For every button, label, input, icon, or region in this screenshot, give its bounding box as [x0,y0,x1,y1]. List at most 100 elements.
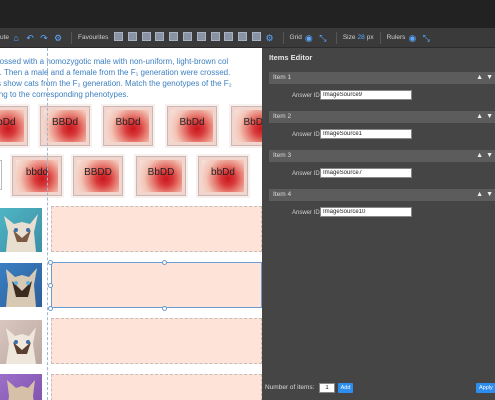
favourite-upload-icon[interactable] [224,32,234,41]
answer-id-label: Answer ID [292,210,320,216]
item-header-3[interactable]: Item 3 ▲ ▼ [269,150,495,162]
move-up-icon[interactable]: ▲ [476,111,483,123]
drop-zone[interactable] [51,206,262,252]
answer-id-input[interactable] [320,129,412,139]
settings-icon[interactable]: ⚙ [53,33,63,43]
drop-zone-selected[interactable] [51,262,262,308]
editor-canvas[interactable]: rossed with a homozygotic male with non-… [0,48,262,400]
siamese-cat-icon [6,268,37,307]
genotype-tile[interactable]: BbDd [0,106,28,146]
resize-handle[interactable] [162,260,167,265]
move-down-icon[interactable]: ▼ [486,111,493,123]
siamese-cat-icon [7,380,35,400]
home-icon[interactable]: ⌂ [11,33,21,43]
genotype-tile[interactable]: bbdd [12,156,62,196]
rulers-snap-icon[interactable]: ⤡ [421,33,431,43]
siamese-cat-icon [6,327,36,364]
prompt-line: ing to the corresponding phenotypes. [0,90,129,99]
tile-edge [0,160,2,190]
tile-label: bbdd [25,167,49,178]
number-of-items-input[interactable] [319,383,335,393]
rulers-label: Rulers [386,34,406,41]
move-up-icon[interactable]: ▲ [476,72,483,84]
answer-id-input[interactable] [320,207,412,217]
tile-label: BbDd [0,117,16,128]
toolbar: ute ⌂ ↶ ↷ ⚙ Favourites ⚙ Grid ◉ ⤡ Size 2… [0,28,495,48]
drop-zone[interactable] [51,374,262,400]
undo-icon[interactable]: ↶ [25,33,35,43]
guide-line [47,48,48,400]
number-of-items-label: Number of items: [265,384,315,391]
drop-zone[interactable] [51,318,262,364]
prompt-line: ). Then a male and a female from the F₁ … [0,68,231,77]
move-up-icon[interactable]: ▲ [476,189,483,201]
tile-label: bbDd [211,167,235,178]
answer-id-label: Answer ID [292,93,320,99]
item-header-4[interactable]: Item 4 ▲ ▼ [269,189,495,201]
cat-photo[interactable] [0,263,42,307]
move-down-icon[interactable]: ▼ [486,150,493,162]
prompt-line: rossed with a homozygotic male with non-… [0,57,229,66]
separator [282,31,284,44]
favourite-grid-icon[interactable] [196,32,206,41]
question-prompt[interactable]: rossed with a homozygotic male with non-… [0,56,262,100]
resize-handle[interactable] [48,283,53,288]
genotype-tile[interactable]: BbDd [231,106,262,146]
genotype-tile[interactable]: BbDD [136,156,186,196]
tile-label: BbDd [243,117,262,128]
size-value[interactable]: 28 [357,34,364,41]
cat-photo[interactable] [0,320,42,364]
add-button[interactable]: Add [338,383,353,393]
item-name: Item 2 [273,113,292,120]
answer-id-label: Answer ID [292,171,320,177]
size-label: Size [342,34,356,41]
redo-icon[interactable]: ↷ [39,33,49,43]
genotype-tile[interactable]: bbDd [198,156,248,196]
item-name: Item 4 [273,191,292,198]
apply-button[interactable]: Apply [476,383,495,393]
siamese-cat-icon [4,214,38,252]
resize-handle[interactable] [48,260,53,265]
items-editor-panel: Items Editor Item 1 ▲ ▼ Answer ID Item 2… [262,48,495,400]
genotype-tile[interactable]: BBDD [73,156,123,196]
item-name: Item 1 [273,74,292,81]
cat-photo[interactable] [0,374,42,400]
move-down-icon[interactable]: ▼ [486,189,493,201]
grid-toggle-icon[interactable]: ◉ [304,33,314,43]
favourite-text-icon[interactable] [113,32,123,41]
favourite-table-icon[interactable] [141,32,151,41]
toolbar-left-label: ute [0,34,10,41]
item-header-2[interactable]: Item 2 ▲ ▼ [269,111,495,123]
tile-label: BBDd [51,117,79,128]
genotype-tile[interactable]: BbDd [103,106,153,146]
answer-id-label: Answer ID [292,132,320,138]
favourite-lock-icon[interactable] [252,32,262,41]
move-down-icon[interactable]: ▼ [486,72,493,84]
title-bar [0,0,495,28]
move-up-icon[interactable]: ▲ [476,150,483,162]
favourite-audio-icon[interactable] [238,32,248,41]
answer-id-input[interactable] [320,90,412,100]
resize-handle[interactable] [48,306,53,311]
favourite-chart-icon[interactable] [210,32,220,41]
grid-snap-icon[interactable]: ⤡ [318,33,328,43]
favourite-box-icon[interactable] [169,32,179,41]
favourites-icon-group [112,32,262,43]
prompt-line: s show cats from the F₂ generation. Matc… [0,79,232,88]
tile-label: BbDD [147,167,175,178]
answer-id-input[interactable] [320,168,412,178]
favourite-media-icon[interactable] [155,32,165,41]
favourite-list-icon[interactable] [182,32,192,41]
cat-photo[interactable] [0,208,42,252]
resize-handle[interactable] [162,306,167,311]
tile-label: BbDd [115,117,141,128]
item-header-1[interactable]: Item 1 ▲ ▼ [269,72,495,84]
favourite-image-icon[interactable] [127,32,137,41]
favourites-label: Favourites [78,34,109,41]
grid-label: Grid [289,34,302,41]
tile-label: BbDd [179,117,205,128]
rulers-toggle-icon[interactable]: ◉ [407,33,417,43]
gear-icon[interactable]: ⚙ [265,33,275,43]
genotype-tile[interactable]: BbDd [167,106,217,146]
tile-label: BBDD [84,167,112,178]
